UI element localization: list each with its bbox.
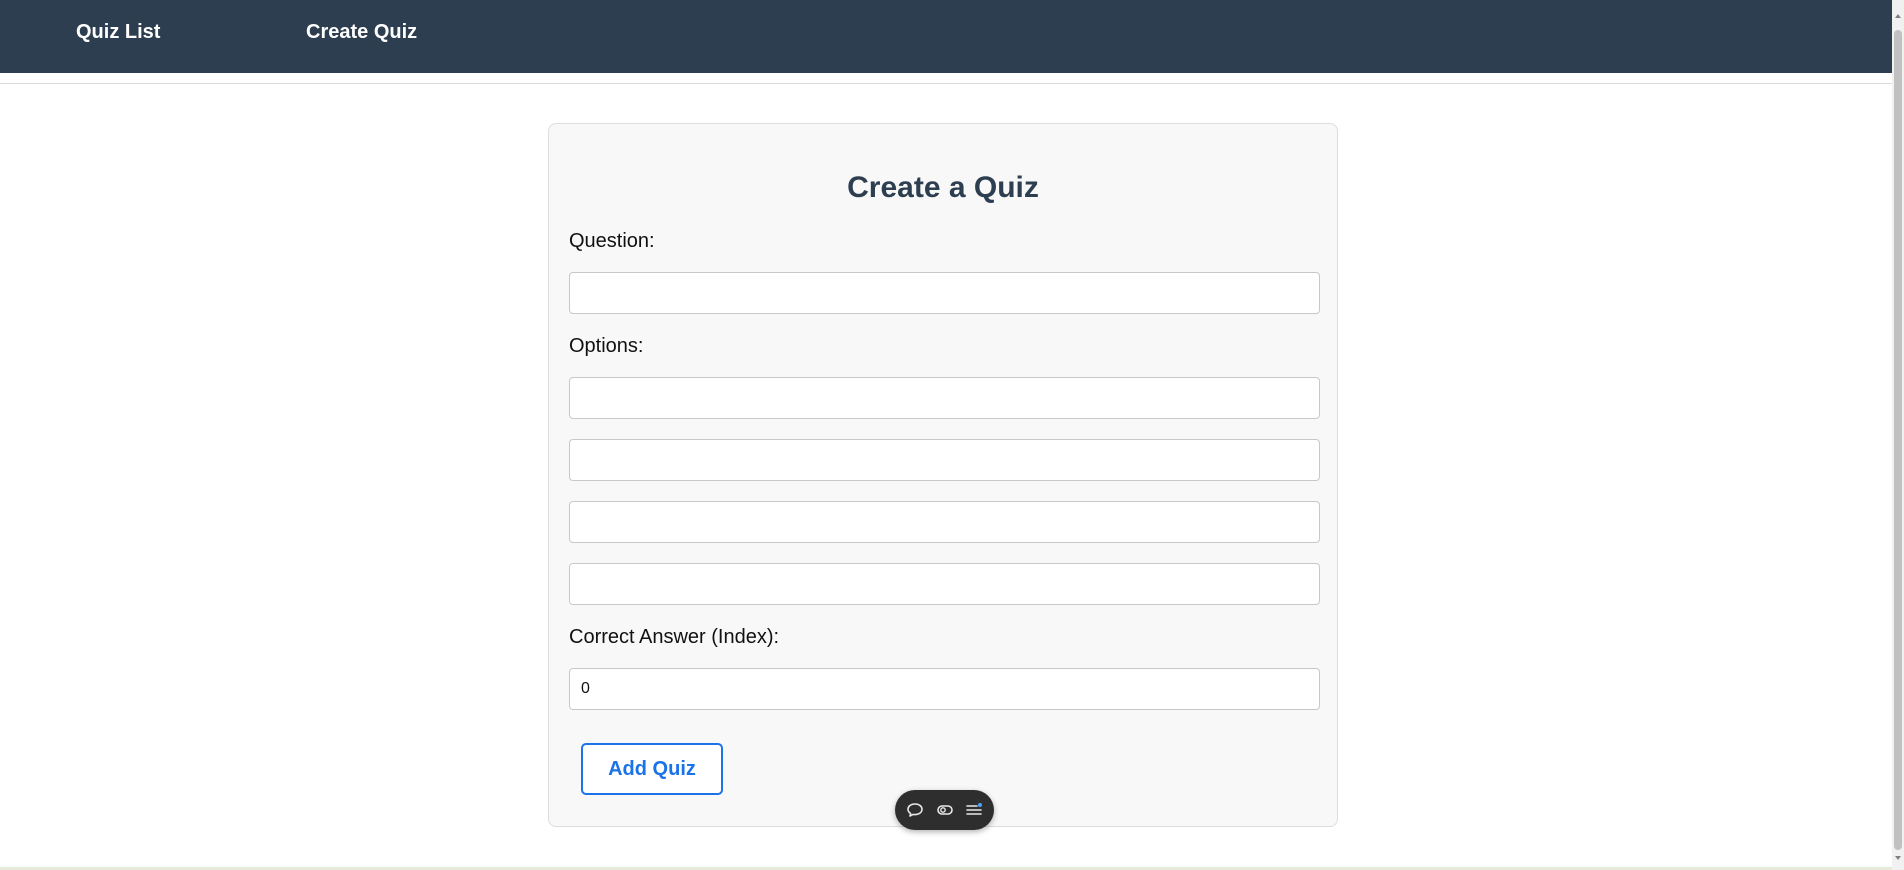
option-input-2[interactable] (569, 439, 1320, 481)
question-input[interactable] (569, 272, 1320, 314)
correct-answer-input[interactable] (569, 668, 1320, 710)
create-quiz-card: Create a Quiz Question: Options: Correct… (548, 123, 1338, 827)
scroll-down-arrow-icon[interactable] (1892, 852, 1904, 866)
option-input-3[interactable] (569, 501, 1320, 543)
floating-toolbar (895, 790, 994, 830)
correct-answer-label: Correct Answer (Index): (569, 626, 780, 648)
page-title: Create a Quiz (847, 171, 1039, 204)
add-quiz-button[interactable]: Add Quiz (581, 743, 723, 795)
options-label: Options: (569, 335, 644, 357)
option-input-4[interactable] (569, 563, 1320, 605)
menu-list-icon[interactable] (964, 800, 984, 820)
vertical-scrollbar[interactable] (1892, 0, 1904, 870)
nav-link-create-quiz[interactable]: Create Quiz (306, 20, 417, 44)
top-navbar: Quiz List Create Quiz (0, 0, 1892, 73)
chat-bubble-icon[interactable] (905, 800, 925, 820)
toggle-icon[interactable] (935, 800, 955, 820)
nav-link-quiz-list[interactable]: Quiz List (76, 20, 160, 44)
option-input-1[interactable] (569, 377, 1320, 419)
scroll-up-arrow-icon[interactable] (1892, 0, 1904, 30)
scroll-thumb[interactable] (1894, 30, 1902, 850)
question-label: Question: (569, 230, 655, 252)
header-divider (0, 83, 1892, 84)
app-viewport: Quiz List Create Quiz Create a Quiz Ques… (0, 0, 1904, 870)
